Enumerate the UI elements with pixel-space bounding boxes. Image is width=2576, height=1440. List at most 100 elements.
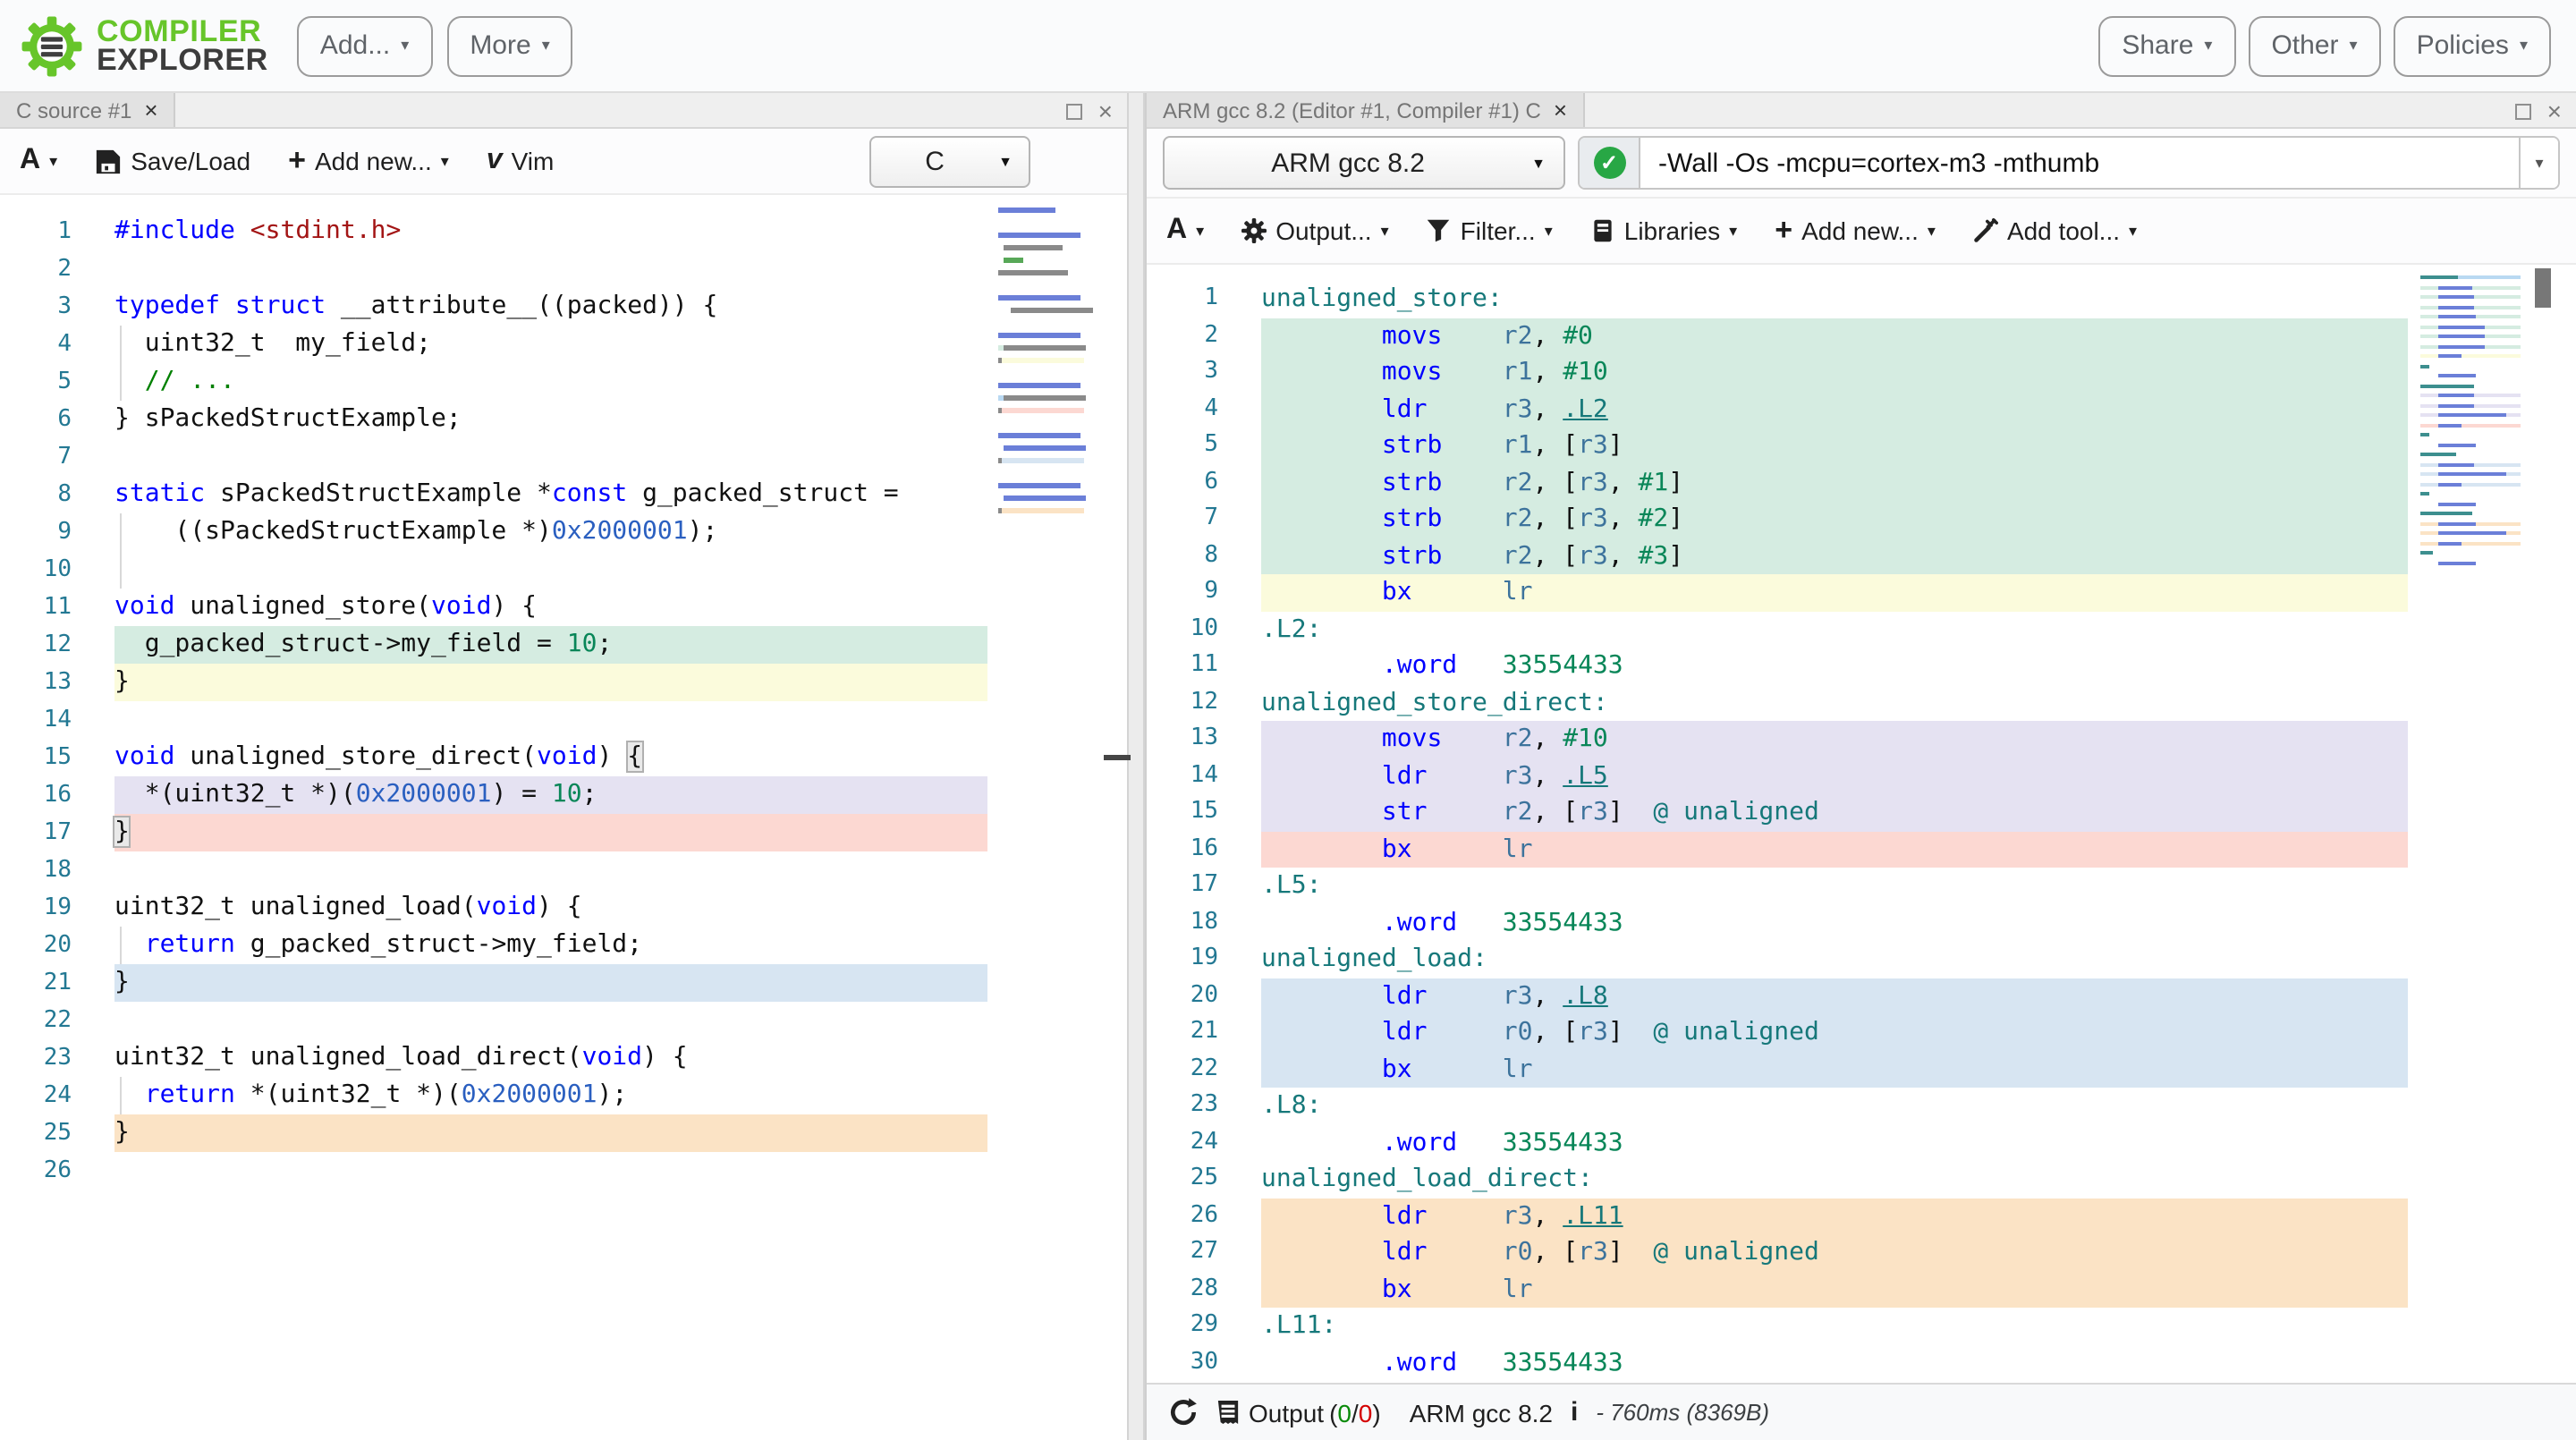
source-code-line[interactable]: 2 [0, 250, 1127, 288]
more-menu-button[interactable]: More ▾ [446, 15, 572, 76]
assembly-line[interactable]: 20 ldr r3, .L8 [1147, 978, 2576, 1014]
source-code-line[interactable]: 5 // ... [0, 363, 1127, 401]
other-button[interactable]: Other ▾ [2248, 15, 2380, 76]
assembly-line[interactable]: 4 ldr r3, .L2 [1147, 391, 2576, 428]
assembly-line[interactable]: 17.L5: [1147, 868, 2576, 904]
output-log-button[interactable]: Output (0/0) [1216, 1398, 1381, 1427]
assembly-line[interactable]: 18 .word 33554433 [1147, 904, 2576, 941]
assembly-line[interactable]: 25unaligned_load_direct: [1147, 1161, 2576, 1198]
source-code-line[interactable]: 18 [0, 851, 1127, 889]
assembly-line[interactable]: 1unaligned_store: [1147, 281, 2576, 318]
compiler-explorer-logo[interactable]: COMPILER EXPLORER [0, 12, 268, 80]
add-new-button[interactable]: + Add new... ▾ [1775, 213, 1936, 249]
source-code-line[interactable]: 3typedef struct __attribute__((packed)) … [0, 288, 1127, 326]
refresh-icon[interactable] [1168, 1397, 1199, 1427]
source-code-lines: 1#include <stdint.h>23typedef struct __a… [0, 213, 1127, 1190]
source-code-line[interactable]: 20 return g_packed_struct->my_field; [0, 927, 1127, 964]
splitter-handle[interactable] [1104, 755, 1131, 760]
source-code-line[interactable]: 12 g_packed_struct->my_field = 10; [0, 626, 1127, 664]
source-code-line[interactable]: 9 ((sPackedStructExample *)0x2000001); [0, 513, 1127, 551]
libraries-button[interactable]: Libraries ▾ [1590, 216, 1737, 245]
source-code-line[interactable]: 7 [0, 438, 1127, 476]
assembly-line[interactable]: 3 movs r1, #10 [1147, 354, 2576, 391]
assembly-line[interactable]: 5 strb r1, [r3] [1147, 428, 2576, 464]
assembly-line[interactable]: 2 movs r2, #0 [1147, 318, 2576, 354]
assembly-line[interactable]: 26 ldr r3, .L11 [1147, 1198, 2576, 1234]
language-select[interactable]: C ▼ [869, 136, 1030, 188]
source-code-line[interactable]: 10 [0, 551, 1127, 589]
source-code-line[interactable]: 22 [0, 1002, 1127, 1039]
source-code-line[interactable]: 25} [0, 1114, 1127, 1152]
assembly-minimap[interactable] [2420, 275, 2521, 571]
compiler-options-input[interactable] [1640, 138, 2519, 188]
assembly-line[interactable]: 27 ldr r0, [r3] @ unaligned [1147, 1234, 2576, 1271]
assembly-line[interactable]: 6 strb r2, [r3, #1] [1147, 464, 2576, 501]
assembly-line[interactable]: 16 bx lr [1147, 831, 2576, 868]
assembly-line[interactable]: 7 strb r2, [r3, #2] [1147, 501, 2576, 538]
assembly-line[interactable]: 21 ldr r0, [r3] @ unaligned [1147, 1014, 2576, 1051]
close-icon[interactable]: × [2547, 98, 2562, 123]
source-minimap[interactable] [998, 208, 1084, 533]
source-code-line[interactable]: 16 *(uint32_t *)(0x2000001) = 10; [0, 776, 1127, 814]
source-code-line[interactable]: 15void unaligned_store_direct(void) { [0, 739, 1127, 776]
source-code-line[interactable]: 17} [0, 814, 1127, 851]
source-code-line[interactable]: 24 return *(uint32_t *)(0x2000001); [0, 1077, 1127, 1114]
pane-splitter[interactable] [1127, 93, 1145, 1440]
source-code-line[interactable]: 6} sPackedStructExample; [0, 401, 1127, 438]
add-tool-button[interactable]: Add tool... ▾ [1973, 216, 2137, 245]
chevron-down-icon: ▾ [1381, 221, 1389, 241]
assembly-line[interactable]: 24 .word 33554433 [1147, 1124, 2576, 1161]
assembly-line[interactable]: 28 bx lr [1147, 1271, 2576, 1308]
filter-button[interactable]: Filter... ▾ [1427, 216, 1553, 245]
line-number: 27 [1147, 1234, 1218, 1271]
source-code-line[interactable]: 23uint32_t unaligned_load_direct(void) { [0, 1039, 1127, 1077]
font-size-button[interactable]: A ▾ [20, 145, 57, 177]
policies-button[interactable]: Policies ▾ [2394, 15, 2551, 76]
source-code-line[interactable]: 13} [0, 664, 1127, 701]
line-number: 8 [0, 476, 72, 513]
source-code-line[interactable]: 26 [0, 1152, 1127, 1190]
assembly-line[interactable]: 9 bx lr [1147, 574, 2576, 611]
source-code-line[interactable]: 21} [0, 964, 1127, 1002]
assembly-line[interactable]: 14 ldr r3, .L5 [1147, 758, 2576, 794]
add-new-button[interactable]: + Add new... ▾ [288, 143, 449, 179]
options-dropdown-toggle[interactable]: ▾ [2519, 138, 2558, 188]
save-load-button[interactable]: Save/Load [95, 147, 250, 175]
assembly-line[interactable]: 8 strb r2, [r3, #3] [1147, 538, 2576, 574]
tab-close-icon[interactable]: × [1554, 98, 1567, 122]
assembly-line[interactable]: 30 .word 33554433 [1147, 1344, 2576, 1381]
source-code-line[interactable]: 4 uint32_t my_field; [0, 326, 1127, 363]
source-code-line[interactable]: 1#include <stdint.h> [0, 213, 1127, 250]
add-menu-button[interactable]: Add... ▾ [297, 15, 432, 76]
close-icon[interactable]: × [1098, 98, 1113, 123]
output-options-button[interactable]: Output... ▾ [1241, 216, 1388, 245]
assembly-line[interactable]: 23.L8: [1147, 1088, 2576, 1124]
source-code-line[interactable]: 14 [0, 701, 1127, 739]
tab-close-icon[interactable]: × [144, 98, 157, 122]
info-icon[interactable]: i [1571, 1397, 1578, 1427]
source-code-line[interactable]: 11void unaligned_store(void) { [0, 589, 1127, 626]
assembly-line[interactable]: 13 movs r2, #10 [1147, 721, 2576, 758]
assembly-line[interactable]: 11 .word 33554433 [1147, 648, 2576, 684]
scrollbar-thumb[interactable] [2535, 268, 2551, 308]
source-code-line[interactable]: 8static sPackedStructExample *const g_pa… [0, 476, 1127, 513]
assembly-line[interactable]: 22 bx lr [1147, 1051, 2576, 1088]
tab-c-source[interactable]: C source #1 × [0, 93, 176, 127]
assembly-line[interactable]: 10.L2: [1147, 611, 2576, 648]
assembly-line[interactable]: 15 str r2, [r3] @ unaligned [1147, 794, 2576, 831]
maximize-icon[interactable] [2515, 103, 2531, 119]
line-number: 29 [1147, 1308, 1218, 1344]
compiler-select[interactable]: ARM gcc 8.2 ▼ [1163, 136, 1565, 190]
maximize-icon[interactable] [1066, 103, 1082, 119]
line-number: 19 [1147, 941, 1218, 978]
assembly-line[interactable]: 29.L11: [1147, 1308, 2576, 1344]
font-size-button[interactable]: A ▾ [1166, 215, 1204, 247]
source-editor[interactable]: 1#include <stdint.h>23typedef struct __a… [0, 197, 1127, 1440]
vim-toggle-button[interactable]: v Vim [487, 145, 555, 177]
assembly-output-editor[interactable]: 1unaligned_store:2 movs r2, #03 movs r1,… [1147, 265, 2576, 1383]
source-code-line[interactable]: 19uint32_t unaligned_load(void) { [0, 889, 1127, 927]
share-button[interactable]: Share ▾ [2098, 15, 2235, 76]
tab-compiler[interactable]: ARM gcc 8.2 (Editor #1, Compiler #1) C × [1147, 93, 1585, 127]
assembly-line[interactable]: 19unaligned_load: [1147, 941, 2576, 978]
assembly-line[interactable]: 12unaligned_store_direct: [1147, 684, 2576, 721]
